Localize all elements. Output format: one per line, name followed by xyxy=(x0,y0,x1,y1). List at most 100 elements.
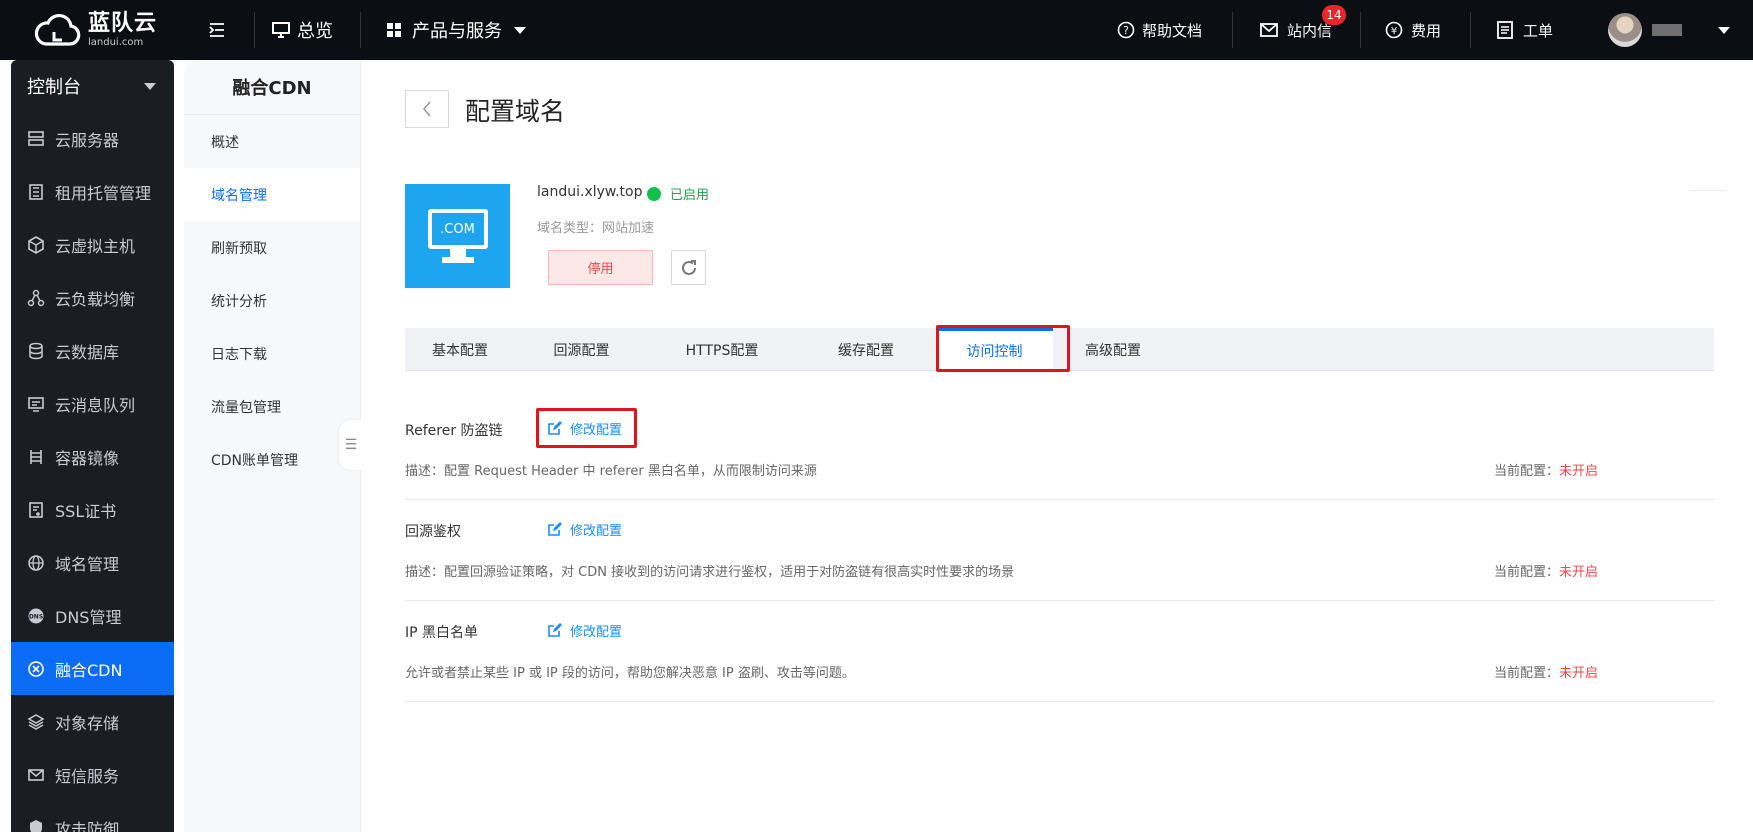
sidebar-item[interactable]: 云消息队列 xyxy=(11,377,174,430)
back-button[interactable] xyxy=(405,90,449,128)
edit-icon xyxy=(548,623,562,637)
cdn-icon xyxy=(27,660,45,678)
section-description: 描述：配置回源验证策略，对 CDN 接收到的访问请求进行鉴权，适用于对防盗链有很… xyxy=(405,565,1015,580)
domain-name: landui.xlyw.top xyxy=(537,184,643,200)
domain-type: 域名类型：网站加速 xyxy=(537,221,655,236)
refresh-icon xyxy=(681,259,696,275)
fees-link[interactable]: ¥ 费用 xyxy=(1385,0,1441,60)
balance-icon xyxy=(27,289,45,307)
help-icon: ? xyxy=(1117,21,1135,39)
sidebar-item[interactable]: 对象存储 xyxy=(11,695,174,748)
sidebar-item[interactable]: 容器镜像 xyxy=(11,430,174,483)
console-dropdown[interactable]: 控制台 xyxy=(11,60,174,112)
divider xyxy=(1232,12,1233,48)
username-redacted[interactable] xyxy=(1652,24,1682,36)
tab[interactable]: 回源配置 xyxy=(515,328,648,371)
tab[interactable]: 缓存配置 xyxy=(796,328,936,371)
sidebar-item-label: 云服务器 xyxy=(55,130,120,150)
help-docs-link[interactable]: ? 帮助文档 xyxy=(1117,0,1202,60)
container-icon xyxy=(27,448,45,466)
current-config-value: 未开启 xyxy=(1559,666,1599,681)
envelope-icon xyxy=(1260,23,1278,37)
brand-name: 蓝队云 xyxy=(88,10,158,36)
sidebar-item-label: 云消息队列 xyxy=(55,395,136,415)
user-menu-chevron-icon[interactable] xyxy=(1718,0,1730,60)
sidebar-item[interactable]: 租用托管管理 xyxy=(11,165,174,218)
sidebar-item[interactable]: 云虚拟主机 xyxy=(11,218,174,271)
refresh-button[interactable] xyxy=(671,250,706,285)
shield-icon xyxy=(27,819,45,832)
divider xyxy=(405,600,1714,601)
divider xyxy=(1690,190,1726,191)
sidebar-item[interactable]: 云负载均衡 xyxy=(11,271,174,324)
collapse-subnav-icon[interactable]: ☰ xyxy=(339,420,363,470)
edit-icon xyxy=(548,522,562,536)
svg-text:¥: ¥ xyxy=(1391,26,1397,37)
chevron-left-icon xyxy=(422,101,431,117)
sidebar-item[interactable]: 攻击防御 xyxy=(11,801,174,832)
sidebar-item-label: 域名管理 xyxy=(55,554,120,574)
subnav-item[interactable]: 统计分析 xyxy=(184,274,360,327)
highlight-box-tab xyxy=(936,325,1070,372)
domain-thumbnail: .COM xyxy=(405,184,510,288)
sidebar-item[interactable]: SSL证书 xyxy=(11,483,174,536)
divider xyxy=(405,701,1714,702)
tab[interactable]: 高级配置 xyxy=(1053,328,1173,371)
messages-link[interactable]: 站内信 xyxy=(1260,0,1332,60)
tickets-label: 工单 xyxy=(1523,21,1554,40)
subnav-item[interactable]: CDN账单管理 xyxy=(184,433,360,486)
svg-text:?: ? xyxy=(1123,24,1129,37)
divider xyxy=(1470,12,1471,48)
edit-config-link[interactable]: 修改配置 xyxy=(547,520,622,539)
divider xyxy=(360,12,361,48)
current-config-label: 当前配置： xyxy=(1494,565,1560,580)
subnav-item[interactable]: 流量包管理 xyxy=(184,380,360,433)
section-title: Referer 防盗链 xyxy=(405,423,503,439)
subnav-item[interactable]: 域名管理 xyxy=(184,168,360,221)
user-avatar[interactable] xyxy=(1608,13,1642,47)
sidebar-item[interactable]: 短信服务 xyxy=(11,748,174,801)
server-icon xyxy=(27,130,45,148)
brand-domain: landui.com xyxy=(88,36,144,48)
subnav-title: 融合CDN xyxy=(184,60,360,115)
ticket-icon xyxy=(1497,21,1513,39)
sidebar-item-label: 融合CDN xyxy=(55,660,123,680)
products-menu[interactable]: 产品与服务 xyxy=(386,0,526,60)
current-config-value: 未开启 xyxy=(1559,464,1599,479)
subnav-item[interactable]: 日志下载 xyxy=(184,327,360,380)
sidebar-item[interactable]: 云服务器 xyxy=(11,112,174,165)
tickets-link[interactable]: 工单 xyxy=(1497,0,1553,60)
sidebar-item[interactable]: 域名管理 xyxy=(11,536,174,589)
sidebar-item-label: 云负载均衡 xyxy=(55,289,136,309)
yen-icon: ¥ xyxy=(1385,21,1403,39)
tab[interactable]: 基本配置 xyxy=(405,328,515,371)
grid-icon xyxy=(387,23,401,37)
queue-icon xyxy=(27,395,45,413)
subnav-item[interactable]: 刷新预取 xyxy=(184,221,360,274)
tab[interactable]: HTTPS配置 xyxy=(648,328,796,371)
overview-link[interactable]: 总览 xyxy=(272,0,333,60)
page-title: 配置域名 xyxy=(465,97,566,126)
sidebar-item-label: 短信服务 xyxy=(55,766,120,786)
domain-thumbnail-label: .COM xyxy=(440,222,475,237)
domain-status: 已启用 xyxy=(647,184,709,203)
sidebar-item-label: 容器镜像 xyxy=(55,448,120,468)
subnav-item[interactable]: 概述 xyxy=(184,115,360,168)
cloud-logo-icon xyxy=(34,13,81,46)
edit-config-link[interactable]: 修改配置 xyxy=(547,621,622,640)
current-config-label: 当前配置： xyxy=(1494,464,1560,479)
sidebar-item[interactable]: DNS DNS管理 xyxy=(11,589,174,642)
sidebar-item[interactable]: 云数据库 xyxy=(11,324,174,377)
cdn-subnav: 融合CDN 概述 域名管理 刷新预取 统计分析 日志下载 流量包管理 CDN账单管理 xyxy=(184,60,361,832)
top-navbar: 蓝队云 landui.com 总览 产品与服务 ? 帮助文档 站内信 14 ¥ … xyxy=(0,0,1753,60)
sidebar-item[interactable]: 融合CDN xyxy=(11,642,174,695)
brand-logo[interactable]: 蓝队云 landui.com xyxy=(34,10,157,50)
sidebar-item-label: SSL证书 xyxy=(55,501,117,521)
layers-icon xyxy=(27,713,45,731)
disable-button[interactable]: 停用 xyxy=(548,250,653,285)
menu-toggle-icon[interactable] xyxy=(209,0,225,60)
help-label: 帮助文档 xyxy=(1142,21,1203,40)
edit-config-label: 修改配置 xyxy=(570,625,623,640)
main-sidebar: 控制台 云服务器租用托管管理 云虚拟主机云负载均衡云数据库云消息队列容器镜像 SSL… xyxy=(11,60,174,832)
sidebar-item-label: 攻击防御 xyxy=(55,819,120,832)
